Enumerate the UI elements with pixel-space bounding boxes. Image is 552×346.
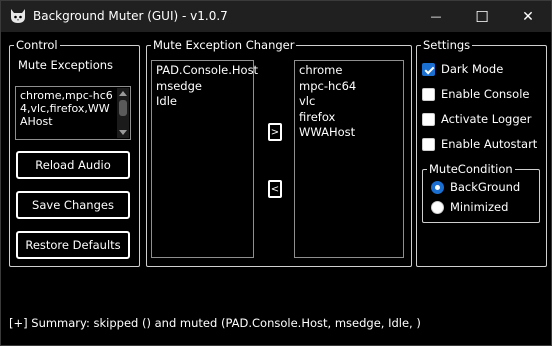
mute-exceptions-textbox[interactable]: chrome,mpc-hc64,vlc,firefox,WWAHost [15,86,131,140]
background-radio[interactable]: BackGround [431,179,520,195]
background-radio-label: BackGround [450,180,521,194]
list-item[interactable]: PAD.Console.Host [156,63,258,79]
list-item[interactable]: mpc-hc64 [299,79,403,95]
reload-audio-button[interactable]: Reload Audio [16,151,130,179]
minimized-radio[interactable]: Minimized [431,199,508,215]
list-item[interactable]: Idle [156,94,253,110]
checkbox-icon[interactable] [422,87,435,101]
minimized-radio-label: Minimized [450,200,509,214]
radio-icon[interactable] [431,200,444,214]
enable-console-label: Enable Console [441,87,530,101]
activate-logger-checkbox[interactable]: Activate Logger [422,111,531,127]
minimize-icon: — [430,10,442,23]
exception-changer-legend: Mute Exception Changer [153,38,295,52]
running-apps-list[interactable]: PAD.Console.Host msedge Idle [151,60,258,258]
exceptions-list[interactable]: chrome mpc-hc64 vlc firefox WWAHost [294,60,404,258]
control-legend: Control [16,38,58,52]
mute-condition-legend: MuteCondition [429,162,513,176]
close-icon: ✕ [522,8,534,25]
list-item[interactable]: chrome [299,63,403,79]
list-item[interactable]: WWAHost [299,125,403,141]
list-item[interactable]: firefox [299,110,403,126]
title-bar[interactable]: Background Muter (GUI) - v1.0.7 — ☐ ✕ [1,1,551,32]
scroll-thumb[interactable] [119,100,127,116]
enable-autostart-checkbox[interactable]: Enable Autostart [422,136,537,152]
cat-icon [11,9,25,23]
restore-defaults-button[interactable]: Restore Defaults [16,231,130,259]
activate-logger-label: Activate Logger [441,112,532,126]
status-summary: [+] Summary: skipped () and muted (PAD.C… [9,316,421,330]
dark-mode-checkbox[interactable]: Dark Mode [422,61,503,77]
scroll-up-icon[interactable] [119,91,127,96]
enable-autostart-label: Enable Autostart [441,137,538,151]
move-to-exceptions-button[interactable]: > [268,123,282,141]
checkbox-checked-icon[interactable] [422,62,435,76]
list-item[interactable]: vlc [299,94,403,110]
settings-legend: Settings [423,38,471,52]
mute-exceptions-label: Mute Exceptions [18,58,114,72]
radio-selected-icon[interactable] [431,180,444,194]
save-changes-button[interactable]: Save Changes [16,191,130,219]
maximize-icon: ☐ [475,7,489,26]
window-title: Background Muter (GUI) - v1.0.7 [33,9,228,23]
move-to-muted-button[interactable]: < [268,180,282,198]
checkbox-icon[interactable] [422,137,435,151]
dark-mode-label: Dark Mode [441,62,504,76]
enable-console-checkbox[interactable]: Enable Console [422,86,529,102]
checkbox-icon[interactable] [422,112,435,126]
mute-exceptions-value: chrome,mpc-hc64,vlc,firefox,WWAHost [20,89,113,128]
list-item[interactable]: msedge [156,79,253,95]
exceptions-scrollbar[interactable] [117,88,129,138]
app-window: Background Muter (GUI) - v1.0.7 — ☐ ✕ Co… [0,0,552,346]
close-button[interactable]: ✕ [505,1,551,32]
maximize-button[interactable]: ☐ [459,1,505,32]
minimize-button[interactable]: — [413,1,459,32]
scroll-down-icon[interactable] [119,130,127,135]
